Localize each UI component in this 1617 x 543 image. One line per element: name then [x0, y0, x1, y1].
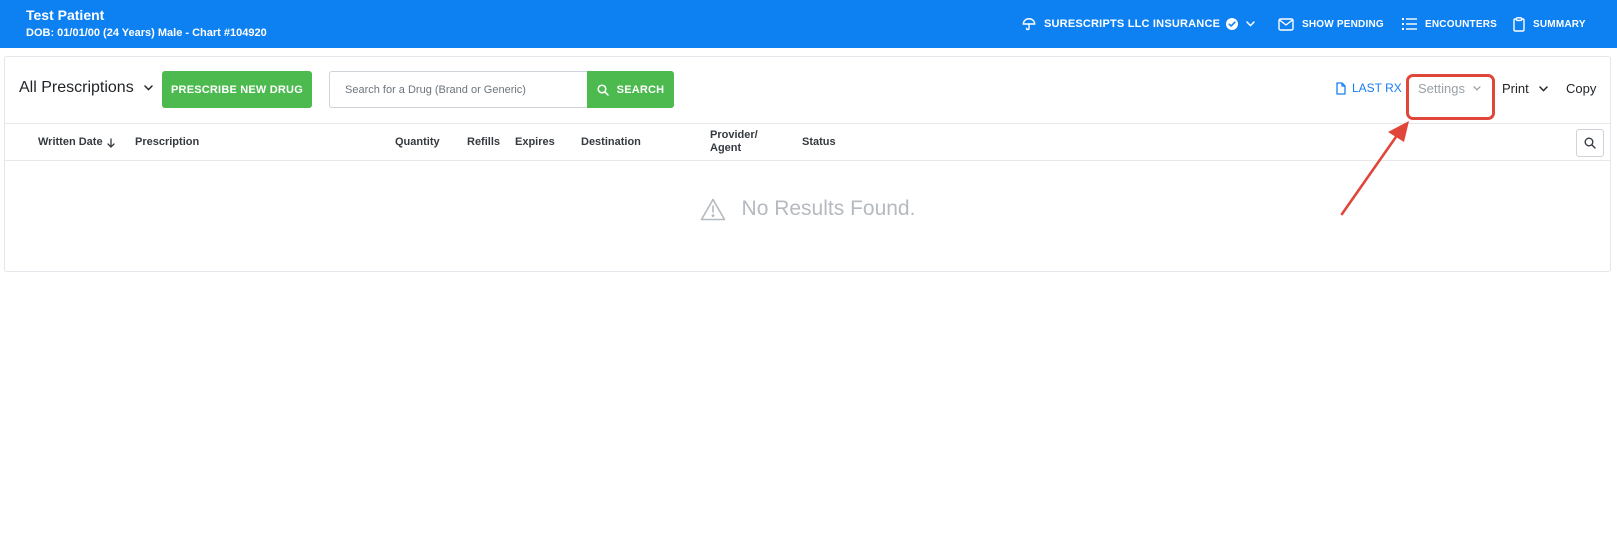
table-search-button[interactable]: [1576, 129, 1604, 157]
chevron-down-icon: [1246, 21, 1255, 27]
verified-check-icon: [1226, 18, 1239, 30]
print-dropdown[interactable]: Print: [1502, 81, 1548, 96]
encounters-button[interactable]: ENCOUNTERS: [1402, 0, 1497, 48]
arrow-down-icon: [106, 137, 115, 148]
column-header-written-date[interactable]: Written Date: [38, 136, 115, 149]
envelope-check-icon: [1278, 17, 1294, 31]
summary-button[interactable]: SUMMARY: [1513, 0, 1586, 48]
empty-state: No Results Found.: [5, 197, 1610, 221]
show-pending-label: SHOW PENDING: [1302, 18, 1384, 30]
prescription-filter-label: All Prescriptions: [19, 79, 134, 96]
copy-label: Copy: [1566, 81, 1597, 96]
prescribe-new-drug-button[interactable]: PRESCRIBE NEW DRUG: [162, 71, 312, 108]
patient-header-bar: Test Patient DOB: 01/01/00 (24 Years) Ma…: [0, 0, 1617, 48]
insurance-label: SURESCRIPTS LLC INSURANCE: [1044, 18, 1221, 30]
umbrella-icon: [1022, 17, 1036, 31]
search-button[interactable]: SEARCH: [587, 71, 674, 108]
no-results-message: No Results Found.: [741, 197, 916, 220]
prescriptions-card: All Prescriptions PRESCRIBE NEW DRUG SEA…: [4, 56, 1611, 272]
print-label: Print: [1502, 81, 1529, 96]
drug-search-input[interactable]: [329, 71, 587, 108]
list-icon: [1402, 18, 1417, 30]
show-pending-button[interactable]: SHOW PENDING: [1278, 0, 1384, 48]
summary-label: SUMMARY: [1533, 18, 1586, 30]
search-button-label: SEARCH: [616, 83, 665, 96]
prescription-filter-dropdown[interactable]: All Prescriptions: [19, 79, 153, 97]
copy-button[interactable]: Copy: [1566, 81, 1596, 96]
column-header-status[interactable]: Status: [802, 136, 836, 149]
settings-dropdown[interactable]: Settings: [1418, 81, 1481, 96]
chevron-down-icon: [1473, 86, 1481, 91]
search-icon: [1584, 137, 1596, 149]
settings-label: Settings: [1418, 81, 1465, 96]
encounters-label: ENCOUNTERS: [1425, 18, 1498, 30]
prescriptions-table-header: Written Date Prescription Quantity Refil…: [5, 124, 1610, 161]
column-header-expires[interactable]: Expires: [515, 136, 555, 149]
warning-triangle-icon: [700, 198, 726, 221]
column-header-quantity[interactable]: Quantity: [395, 136, 440, 149]
clipboard-icon: [1513, 16, 1525, 32]
last-rx-link[interactable]: LAST RX: [1336, 81, 1402, 95]
patient-info: Test Patient DOB: 01/01/00 (24 Years) Ma…: [26, 7, 267, 40]
chevron-down-icon: [143, 85, 153, 91]
chevron-down-icon: [1538, 85, 1548, 92]
patient-demographics: DOB: 01/01/00 (24 Years) Male - Chart #1…: [26, 27, 267, 39]
column-header-prescription[interactable]: Prescription: [135, 136, 199, 149]
prescribe-new-drug-label: PRESCRIBE NEW DRUG: [171, 83, 303, 96]
written-date-label: Written Date: [38, 136, 103, 148]
prescriptions-toolbar: All Prescriptions PRESCRIBE NEW DRUG SEA…: [5, 57, 1610, 124]
patient-name: Test Patient: [26, 7, 105, 23]
insurance-dropdown[interactable]: SURESCRIPTS LLC INSURANCE: [1022, 0, 1255, 48]
column-header-provider-agent[interactable]: Provider/ Agent: [710, 129, 770, 155]
search-icon: [597, 83, 609, 96]
last-rx-label: LAST RX: [1352, 81, 1402, 95]
column-header-destination[interactable]: Destination: [581, 136, 641, 149]
document-icon: [1336, 81, 1346, 95]
column-header-refills[interactable]: Refills: [467, 136, 500, 149]
